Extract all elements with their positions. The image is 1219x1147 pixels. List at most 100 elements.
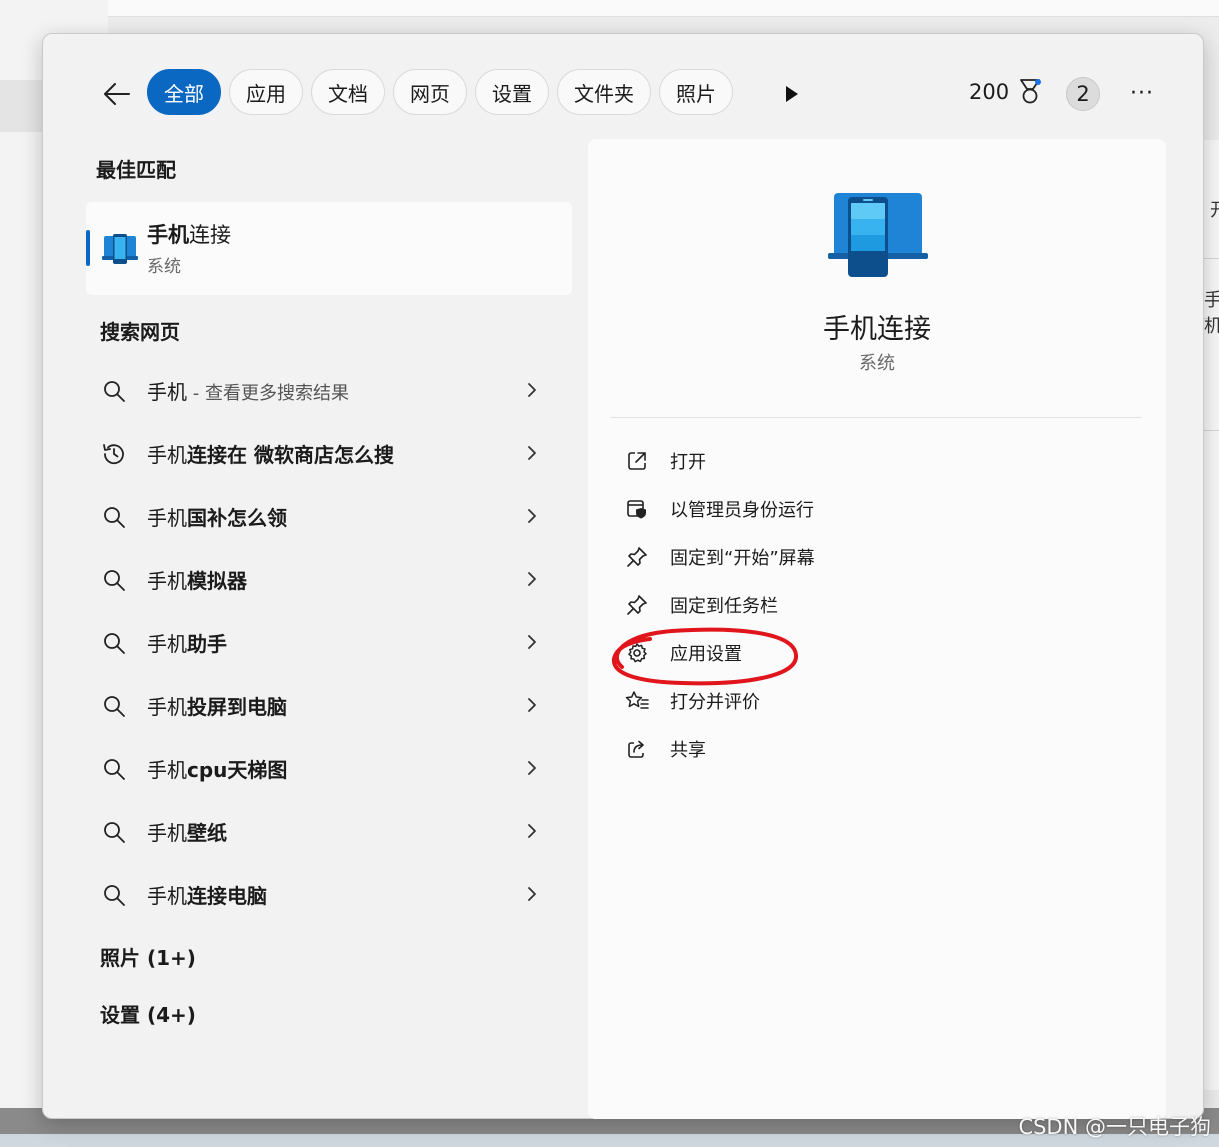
admin-shield-icon: [624, 496, 650, 522]
detail-action-label: 打开: [670, 452, 706, 473]
chevron-right-icon: [523, 507, 541, 525]
background-window-right: 开 手机: [1204, 140, 1219, 1090]
query-prefix: 手机: [147, 506, 187, 530]
query-prefix: 手机: [147, 632, 187, 656]
query-prefix: 手机: [147, 884, 187, 908]
query-suggestion: cpu天梯图: [187, 758, 288, 782]
web-search-item[interactable]: 手机壁纸: [101, 800, 561, 863]
query-suggestion: 壁纸: [187, 821, 227, 845]
filter-chip[interactable]: 网页: [393, 69, 467, 115]
chevron-right-icon: [523, 633, 541, 651]
search-icon: [101, 819, 127, 845]
background-window-topbar: [108, 0, 1219, 17]
chevron-right-icon: [523, 570, 541, 588]
filter-chip[interactable]: 照片: [659, 69, 733, 115]
detail-title: 手机连接: [823, 314, 931, 345]
pin-icon: [624, 592, 650, 618]
background-text-fragment: 手机: [1204, 290, 1219, 337]
search-icon: [101, 378, 127, 404]
photos-section-heading[interactable]: 照片 (1+): [100, 942, 196, 971]
query-suggestion: 投屏到电脑: [187, 695, 287, 719]
detail-action-label: 打分并评价: [670, 692, 760, 713]
web-search-item-label: 手机壁纸: [147, 817, 227, 846]
background-divider: [1204, 258, 1219, 259]
web-search-item-label: 手机国补怎么领: [147, 502, 287, 531]
detail-action[interactable]: 打开: [624, 437, 815, 485]
filter-chip[interactable]: 文件夹: [557, 69, 651, 115]
best-match-title: 手机连接: [147, 219, 231, 249]
best-match-result[interactable]: 手机连接 系统: [86, 202, 572, 295]
web-search-item-label: 手机cpu天梯图: [147, 754, 287, 783]
settings-section-heading[interactable]: 设置 (4+): [100, 999, 196, 1028]
filter-chip[interactable]: 应用: [229, 69, 303, 115]
filter-chip[interactable]: 全部: [147, 69, 221, 115]
web-search-item[interactable]: 手机连接电脑: [101, 863, 561, 926]
notification-badge[interactable]: 2: [1066, 77, 1100, 111]
rewards-points[interactable]: 200: [969, 78, 1043, 106]
search-icon: [101, 504, 127, 530]
scroll-filters-button[interactable]: [781, 84, 801, 104]
search-icon: [101, 567, 127, 593]
web-search-item-label: 手机模拟器: [147, 565, 247, 594]
star-rate-icon: [624, 688, 650, 714]
rewards-points-value: 200: [969, 80, 1010, 104]
detail-action-label: 固定到任务栏: [670, 596, 778, 617]
web-search-item[interactable]: 手机助手: [101, 611, 561, 674]
query-hint: - 查看更多搜索结果: [187, 383, 349, 404]
query-prefix: 手机: [147, 821, 187, 845]
chevron-right-icon: [523, 444, 541, 462]
detail-divider: [610, 417, 1142, 418]
query-prefix: 手机: [147, 695, 187, 719]
search-icon: [101, 882, 127, 908]
web-search-item[interactable]: 手机连接在 微软商店怎么搜: [101, 422, 561, 485]
web-search-item-label: 手机连接电脑: [147, 880, 267, 909]
play-arrow-icon: [786, 86, 798, 102]
query-suggestion: 连接电脑: [187, 884, 267, 908]
phone-link-large-icon: [828, 193, 928, 277]
web-search-item[interactable]: 手机国补怎么领: [101, 485, 561, 548]
web-search-item[interactable]: 手机投屏到电脑: [101, 674, 561, 737]
watermark: CSDN @一只电子狗: [1018, 1115, 1211, 1139]
detail-action[interactable]: 打分并评价: [624, 677, 815, 725]
web-search-item-label: 手机助手: [147, 628, 227, 657]
filter-chip[interactable]: 文档: [311, 69, 385, 115]
web-search-item[interactable]: 手机 - 查看更多搜索结果: [101, 359, 561, 422]
query-suggestion: 模拟器: [187, 569, 247, 593]
phone-link-app-icon: [102, 234, 138, 264]
web-search-item[interactable]: 手机模拟器: [101, 548, 561, 611]
best-match-title-rest: 连接: [189, 223, 231, 247]
background-divider: [1204, 430, 1219, 431]
detail-action[interactable]: 固定到“开始”屏幕: [624, 533, 815, 581]
web-search-item[interactable]: 手机cpu天梯图: [101, 737, 561, 800]
back-button[interactable]: [99, 76, 135, 112]
detail-pane: 手机连接 系统 打开以管理员身份运行 固定到“开始”屏幕 固定到任务栏 应用设置打分并…: [588, 139, 1166, 1119]
web-search-list: 手机 - 查看更多搜索结果 手机连接在 微软商店怎么搜 手机国补怎么领 手机模拟器 手机…: [101, 359, 561, 926]
detail-action[interactable]: 固定到任务栏: [624, 581, 815, 629]
arrow-left-icon: [104, 83, 130, 105]
detail-subtitle: 系统: [859, 353, 895, 374]
share-icon: [624, 736, 650, 762]
query-prefix: 手机: [147, 758, 187, 782]
search-icon: [101, 756, 127, 782]
gear-icon: [624, 640, 650, 666]
query-prefix: 手机: [147, 380, 187, 404]
detail-action-label: 应用设置: [670, 644, 742, 665]
filter-chip[interactable]: 设置: [475, 69, 549, 115]
detail-action[interactable]: 以管理员身份运行: [624, 485, 815, 533]
chevron-right-icon: [523, 759, 541, 777]
detail-action-label: 以管理员身份运行: [670, 500, 814, 521]
detail-action[interactable]: 共享: [624, 725, 815, 773]
detail-action-label: 固定到“开始”屏幕: [670, 548, 815, 569]
web-search-item-label: 手机投屏到电脑: [147, 691, 287, 720]
detail-action-label: 共享: [670, 740, 706, 761]
detail-actions: 打开以管理员身份运行 固定到“开始”屏幕 固定到任务栏 应用设置打分并评价共享: [624, 437, 815, 773]
chevron-right-icon: [523, 696, 541, 714]
query-suggestion: 连接在 微软商店怎么搜: [187, 443, 394, 467]
open-external-icon: [624, 448, 650, 474]
chevron-right-icon: [523, 381, 541, 399]
web-search-heading: 搜索网页: [100, 320, 180, 344]
history-icon: [101, 441, 127, 467]
more-options-button[interactable]: ···: [1127, 78, 1157, 108]
detail-action[interactable]: 应用设置: [624, 629, 815, 677]
query-prefix: 手机: [147, 569, 187, 593]
